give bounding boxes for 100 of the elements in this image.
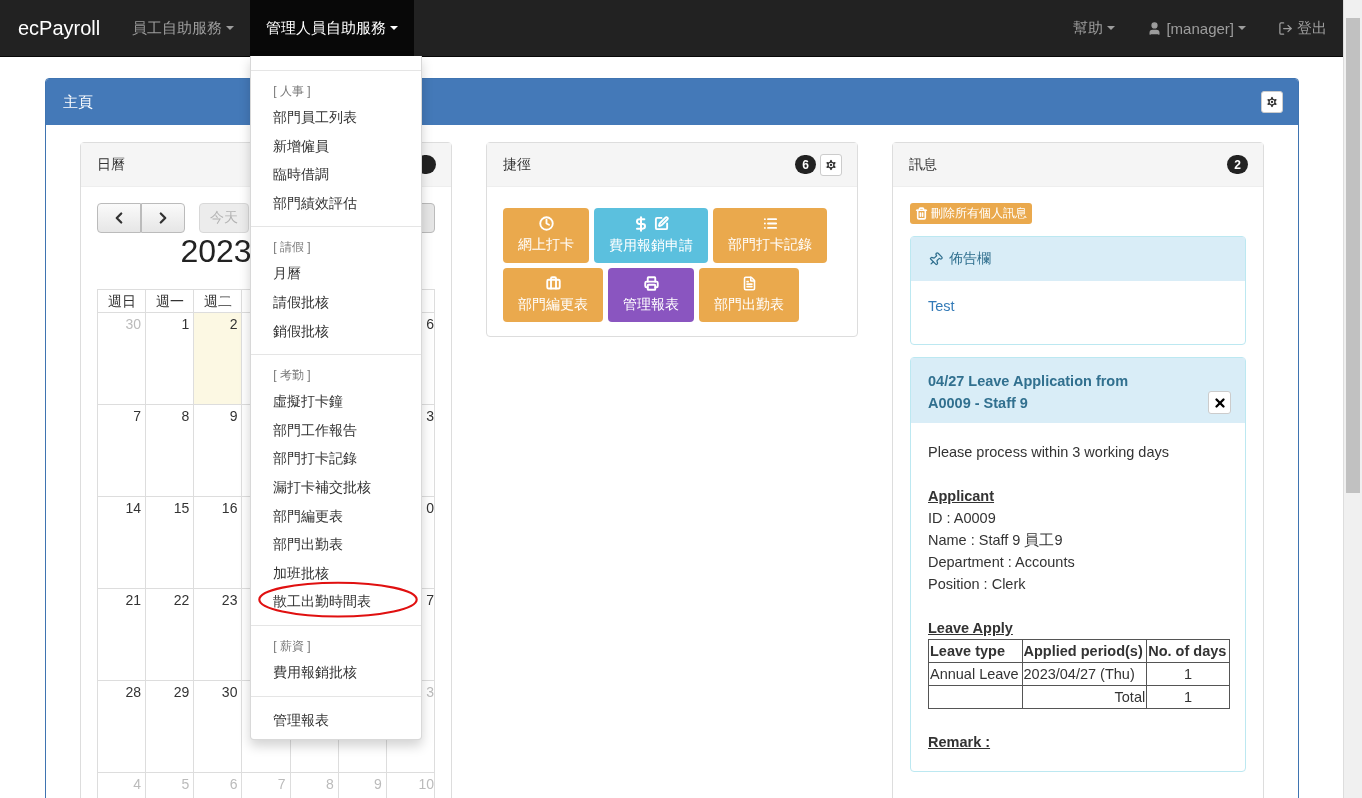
- close-icon: [1212, 395, 1227, 410]
- day-number: 5: [181, 776, 190, 792]
- menu-item[interactable]: 請假批核: [251, 287, 422, 317]
- day-number: 8: [181, 408, 190, 424]
- day-number: 21: [125, 592, 142, 608]
- settings-button[interactable]: [1261, 91, 1283, 113]
- calendar-title: 2023: [180, 233, 252, 269]
- previous-button[interactable]: [97, 203, 141, 233]
- printer-icon: [643, 276, 659, 291]
- menu-item[interactable]: 虛擬打卡鐘: [251, 387, 422, 416]
- panel-title: 主頁: [63, 92, 93, 112]
- settings-icon: [1265, 95, 1279, 109]
- day-number: 28: [125, 684, 142, 700]
- day-cell[interactable]: 15: [146, 497, 195, 589]
- day-number: 7: [426, 592, 434, 608]
- brand-logo[interactable]: ecPayroll: [0, 0, 117, 56]
- dollar-icon: [633, 216, 649, 232]
- bulletin-text: Test: [928, 298, 955, 314]
- day-cell[interactable]: 23: [194, 589, 243, 681]
- nav-menu[interactable]: 員工自助服務: [116, 0, 251, 56]
- table-header: Applied period(s): [1022, 639, 1147, 663]
- day-number: 3: [426, 684, 434, 700]
- menu-item[interactable]: 臨時借調: [251, 160, 422, 189]
- day-number: 10: [418, 776, 434, 792]
- document-icon: [741, 276, 757, 291]
- menu-item[interactable]: 部門績效評估: [251, 188, 422, 218]
- section-heading: Leave Apply: [928, 619, 1014, 638]
- card-title: 捷徑: [503, 155, 531, 174]
- caret-icon: [226, 26, 235, 30]
- caret-icon: [1238, 26, 1246, 30]
- nav-link[interactable]: 登出: [1262, 0, 1343, 56]
- section-heading: Remark :: [928, 733, 992, 752]
- menu-item[interactable]: 部門工作報告: [251, 415, 422, 445]
- nav-menu[interactable]: 管理人員自助服務: [250, 0, 415, 56]
- table-cell: 1: [1146, 685, 1230, 709]
- day-number: 3: [426, 408, 434, 424]
- scrollbar[interactable]: [1343, 0, 1362, 798]
- card-title: 訊息: [909, 155, 937, 174]
- day-number: 1: [181, 316, 190, 332]
- applicant-detail: Department : Accounts: [928, 553, 1076, 572]
- bulletin-title: 佈告欄: [949, 250, 991, 268]
- user-icon: [1147, 20, 1163, 36]
- applicant-detail: ID : A0009: [928, 509, 997, 528]
- menu-item[interactable]: 部門打卡記錄: [251, 444, 422, 473]
- caret-icon: [390, 26, 399, 30]
- menu-item[interactable]: 部門員工列表: [251, 103, 422, 132]
- menu-item[interactable]: 散工出勤時間表: [251, 587, 422, 616]
- edit-icon: [654, 216, 669, 231]
- day-cell[interactable]: 21: [98, 589, 147, 681]
- day-number: 14: [125, 500, 142, 516]
- menu-item[interactable]: 部門出勤表: [251, 530, 422, 559]
- settings-icon: [824, 157, 838, 172]
- menu-item[interactable]: 新增僱員: [251, 131, 422, 161]
- menu-item[interactable]: 部門編更表: [251, 501, 422, 531]
- day-number: 22: [173, 592, 190, 608]
- day-cell[interactable]: 22: [146, 589, 195, 681]
- table-cell: Total: [1022, 685, 1147, 709]
- day-cell[interactable]: 1: [146, 313, 195, 405]
- day-cell[interactable]: 7: [98, 405, 147, 497]
- menu-item[interactable]: 銷假批核: [251, 316, 422, 346]
- day-cell[interactable]: 8: [146, 405, 195, 497]
- menu-section-header: [ 人事 ]: [272, 83, 312, 100]
- nav-link[interactable]: [manager]: [1131, 0, 1262, 56]
- menu-item[interactable]: 管理報表: [251, 705, 422, 735]
- day-number: 6: [229, 776, 238, 792]
- count-badge: 2: [1227, 155, 1248, 174]
- day-cell[interactable]: 9: [194, 405, 243, 497]
- menu-item[interactable]: 月曆: [251, 259, 422, 288]
- day-number: 9: [229, 408, 238, 424]
- day-number: 16: [221, 500, 238, 516]
- table-cell: Annual Leave: [928, 662, 1022, 686]
- menu-item[interactable]: 費用報銷批核: [251, 657, 422, 687]
- card-title: 日曆: [97, 155, 125, 174]
- day-number: 8: [325, 776, 334, 792]
- day-cell[interactable]: 29: [146, 681, 195, 773]
- menu-item[interactable]: 加班批核: [251, 558, 422, 588]
- day-cell[interactable]: 28: [98, 681, 147, 773]
- menu-section-header: [ 考勤 ]: [272, 367, 312, 385]
- message-title: 04/27 Leave Application from A0009 - Staff 9: [928, 372, 1130, 413]
- logout-icon: [1278, 20, 1293, 36]
- day-number: 29: [173, 684, 190, 700]
- day-cell[interactable]: 2: [194, 313, 243, 405]
- day-number: 7: [277, 776, 286, 792]
- menu-item[interactable]: 漏打卡補交批核: [251, 472, 422, 502]
- day-cell[interactable]: 30: [194, 681, 243, 773]
- next-button[interactable]: [141, 203, 185, 233]
- day-number: 30: [125, 316, 142, 332]
- clock-icon: [538, 216, 554, 231]
- settings-button[interactable]: [820, 153, 842, 176]
- applicant-detail: Position : Clerk: [928, 575, 1027, 594]
- shortcut-button[interactable]: 管理報表: [608, 268, 694, 322]
- close-button[interactable]: [1208, 391, 1231, 414]
- briefcase-icon: [545, 276, 561, 291]
- day-cell[interactable]: 16: [194, 497, 243, 589]
- nav-link[interactable]: 幫助: [1057, 0, 1132, 56]
- day-cell[interactable]: 14: [98, 497, 147, 589]
- day-number: 30: [221, 684, 238, 700]
- day-number: 7: [133, 408, 142, 424]
- message-text: Please process within 3 working days: [928, 443, 1170, 462]
- table-header: Leave type: [928, 639, 1022, 663]
